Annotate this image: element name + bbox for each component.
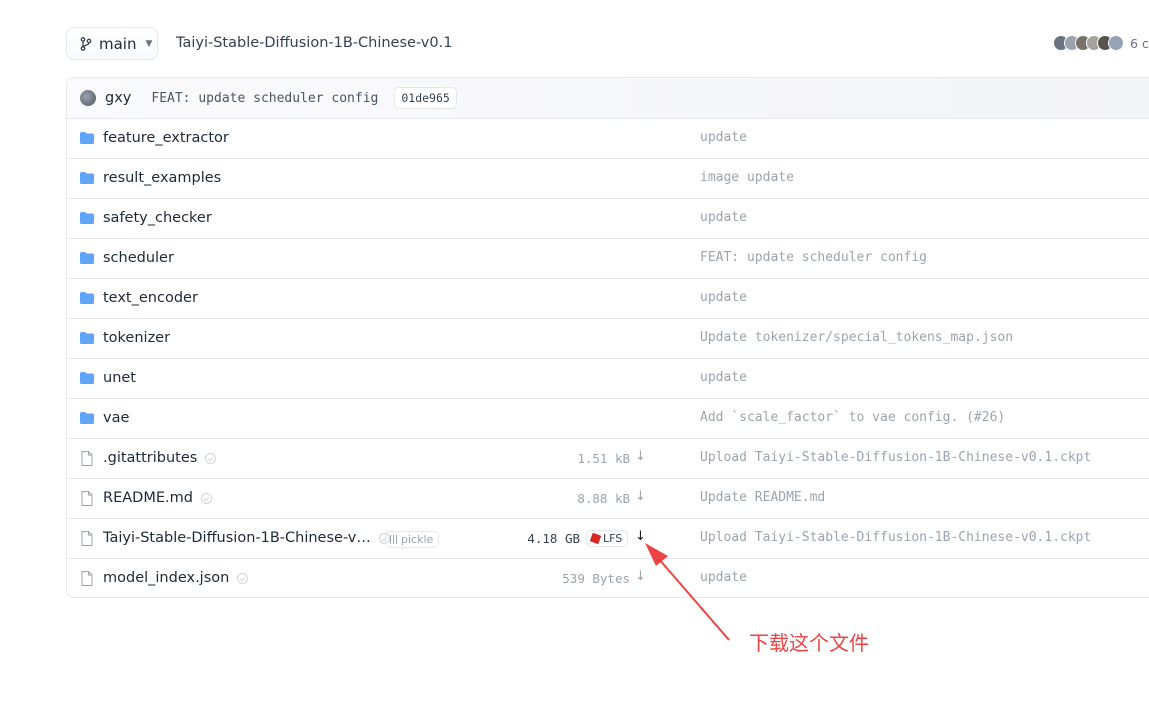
commit-message[interactable]: Add `scale_factor` to vae config. (#26) — [700, 410, 1005, 425]
folder-row[interactable]: feature_extractor update — [67, 119, 1149, 159]
avatar[interactable] — [80, 90, 96, 106]
file-row[interactable]: .gitattributes 1.51 kB ↓ Upload Taiyi-Stabl… — [67, 439, 1149, 479]
file-name[interactable]: .gitattributes — [103, 450, 197, 466]
commit-message[interactable]: image update — [700, 170, 794, 185]
folder-icon — [80, 212, 94, 224]
folder-row[interactable]: scheduler FEAT: update scheduler config — [67, 239, 1149, 279]
repo-path: Taiyi-Stable-Diffusion-1B-Chinese-v0.1 — [176, 35, 453, 51]
branch-name: main — [99, 34, 137, 53]
folder-icon — [80, 172, 94, 184]
folder-icon — [80, 252, 94, 264]
file-name[interactable]: result_examples — [103, 170, 221, 186]
safe-check-icon — [205, 453, 216, 464]
last-commit-bar: gxy FEAT: update scheduler config 01de96… — [67, 78, 1149, 119]
folder-icon — [80, 372, 94, 384]
annotation-label: 下载这个文件 — [749, 631, 869, 655]
commit-message[interactable]: Upload Taiyi-Stable-Diffusion-1B-Chinese… — [700, 530, 1091, 545]
file-icon — [81, 451, 93, 466]
file-name[interactable]: README.md — [103, 490, 193, 506]
folder-icon — [80, 332, 94, 344]
commit-message[interactable]: Upload Taiyi-Stable-Diffusion-1B-Chinese… — [700, 450, 1091, 465]
file-name[interactable]: vae — [103, 410, 129, 426]
file-size: 8.88 kB — [577, 491, 630, 506]
folder-icon — [80, 132, 94, 144]
contributors[interactable]: 6 co — [1053, 35, 1149, 51]
commit-message[interactable]: update — [700, 290, 747, 305]
file-size: 539 Bytes — [562, 571, 630, 586]
folder-row[interactable]: result_examples image update — [67, 159, 1149, 199]
folder-row[interactable]: vae Add `scale_factor` to vae config. (#2… — [67, 399, 1149, 439]
safe-check-icon — [237, 573, 248, 584]
commit-message[interactable]: update — [700, 570, 747, 585]
commit-message[interactable]: Update tokenizer/special_tokens_map.json — [700, 330, 1013, 345]
pickle-label: pickle — [401, 533, 434, 546]
file-table: gxy FEAT: update scheduler config 01de96… — [66, 77, 1149, 598]
file-row[interactable]: Taiyi-Stable-Diffusion-1B-Chinese-v… 4.18… — [67, 519, 1149, 559]
file-icon — [81, 571, 93, 586]
chevron-down-icon: ▼ — [145, 38, 153, 49]
lfs-icon — [589, 532, 602, 545]
commit-author[interactable]: gxy — [105, 90, 131, 106]
file-name[interactable]: unet — [103, 370, 136, 386]
file-name[interactable]: safety_checker — [103, 210, 212, 226]
lfs-badge: LFS — [586, 530, 629, 547]
download-arrow-icon[interactable]: ↓ — [635, 489, 646, 504]
contributors-count[interactable]: 6 co — [1130, 36, 1149, 51]
pickle-badge[interactable]: pickle — [385, 531, 440, 548]
commit-hash[interactable]: 01de965 — [394, 87, 457, 109]
download-arrow-icon[interactable]: ↓ — [635, 529, 646, 544]
folder-row[interactable]: safety_checker update — [67, 199, 1149, 239]
commit-message[interactable]: update — [700, 210, 747, 225]
folder-icon — [80, 292, 94, 304]
folder-icon — [80, 412, 94, 424]
commit-message[interactable]: update — [700, 130, 747, 145]
branch-selector-button[interactable]: main ▼ — [66, 27, 158, 60]
lfs-label: LFS — [603, 532, 623, 545]
folder-row[interactable]: tokenizer Update tokenizer/special_tokens… — [67, 319, 1149, 359]
folder-row[interactable]: text_encoder update — [67, 279, 1149, 319]
safe-check-icon — [201, 493, 212, 504]
git-branch-icon — [80, 36, 92, 51]
commit-message[interactable]: FEAT: update scheduler config — [151, 91, 378, 106]
file-size: 4.18 GB — [527, 531, 580, 546]
file-icon — [81, 491, 93, 506]
folder-row[interactable]: unet update — [67, 359, 1149, 399]
contributor-avatar[interactable] — [1108, 35, 1124, 51]
file-row[interactable]: model_index.json 539 Bytes ↓ update — [67, 559, 1149, 597]
commit-message[interactable]: Update README.md — [700, 490, 825, 505]
pickle-icon — [390, 535, 398, 544]
file-name[interactable]: Taiyi-Stable-Diffusion-1B-Chinese-v… — [103, 530, 371, 546]
file-size: 1.51 kB — [577, 451, 630, 466]
file-name[interactable]: feature_extractor — [103, 130, 229, 146]
file-name[interactable]: scheduler — [103, 250, 174, 266]
file-name[interactable]: text_encoder — [103, 290, 198, 306]
commit-message[interactable]: update — [700, 370, 747, 385]
download-arrow-icon[interactable]: ↓ — [635, 569, 646, 584]
download-arrow-icon[interactable]: ↓ — [635, 449, 646, 464]
commit-message[interactable]: FEAT: update scheduler config — [700, 250, 927, 265]
file-icon — [81, 531, 93, 546]
file-name[interactable]: model_index.json — [103, 570, 229, 586]
file-row[interactable]: README.md 8.88 kB ↓ Update README.md — [67, 479, 1149, 519]
file-name[interactable]: tokenizer — [103, 330, 170, 346]
